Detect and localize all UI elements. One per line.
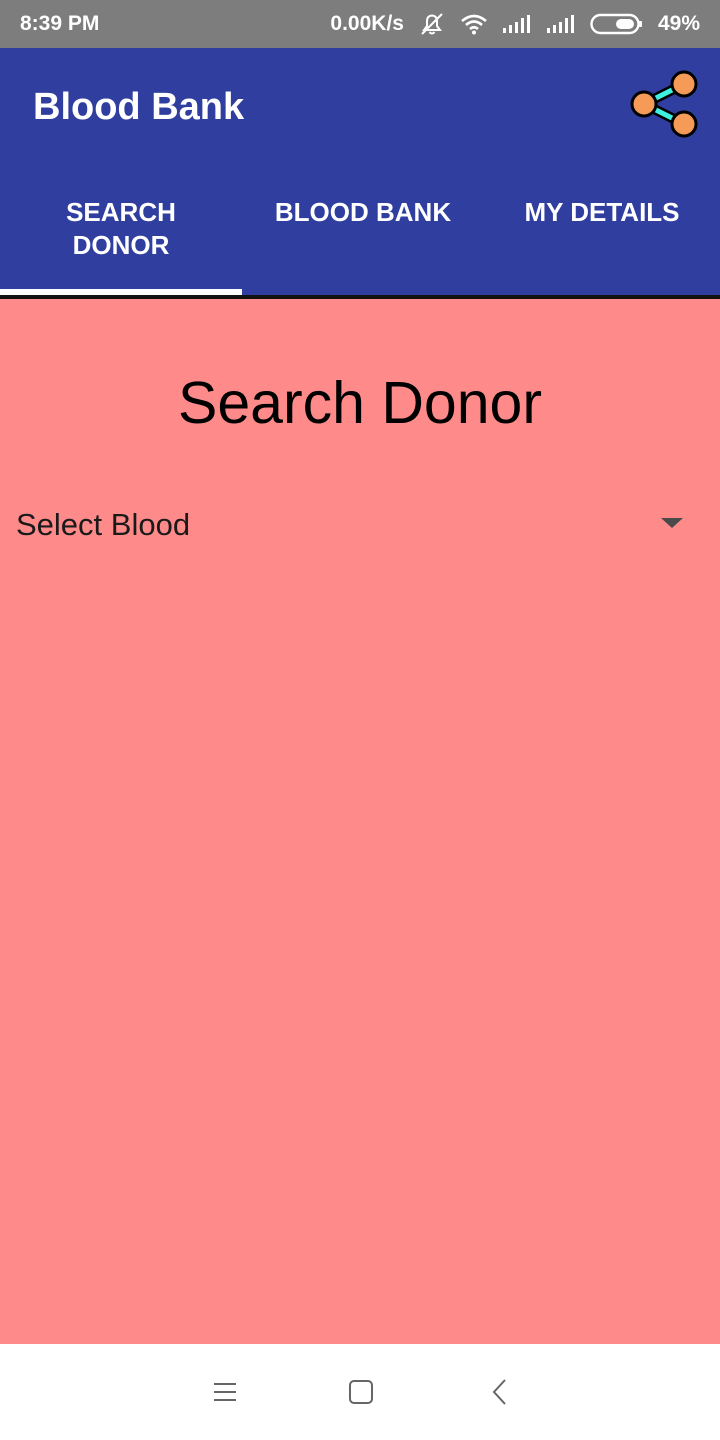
page-title: Search Donor [177, 370, 543, 436]
share-button[interactable] [628, 70, 700, 138]
signal-icon [546, 14, 576, 34]
dropdown-arrow-icon [661, 518, 683, 528]
back-button[interactable] [451, 1344, 547, 1440]
search-donor-page: Search Donor Select Blood [0, 299, 720, 1344]
tab-my-details[interactable]: MY DETAILS [484, 166, 720, 295]
network-speed: 0.00K/s [330, 12, 404, 35]
system-nav-bar [0, 1344, 720, 1440]
blood-group-dropdown[interactable]: Select Blood [0, 497, 720, 557]
status-time: 8:39 PM [20, 12, 100, 35]
battery-icon [590, 13, 644, 35]
tab-blood-bank[interactable]: BLOOD BANK [242, 166, 484, 295]
blood-group-selected-value: Select Blood [16, 507, 191, 542]
home-icon [349, 1380, 373, 1404]
home-button[interactable] [313, 1344, 409, 1440]
tab-search-donor[interactable]: SEARCH DONOR [0, 166, 242, 295]
menu-button[interactable] [177, 1344, 273, 1440]
tab-label: BLOOD BANK [274, 197, 452, 227]
share-icon [630, 70, 698, 138]
signal-icon [502, 14, 532, 34]
wifi-icon [460, 13, 488, 35]
tab-label: SEARCH DONOR [66, 197, 176, 260]
tab-bar: SEARCH DONOR BLOOD BANK MY DETAILS [0, 166, 720, 295]
status-icons: 0.00K/s 49% [330, 11, 700, 37]
app-title: Blood Bank [33, 86, 245, 128]
back-icon [492, 1379, 506, 1405]
app-bar: Blood Bank [0, 48, 720, 166]
status-bar: 8:39 PM 0.00K/s 49% [0, 0, 720, 48]
mute-icon [418, 11, 446, 37]
tab-label: MY DETAILS [524, 197, 680, 227]
battery-level: 49% [657, 12, 700, 35]
menu-icon [214, 1383, 236, 1401]
